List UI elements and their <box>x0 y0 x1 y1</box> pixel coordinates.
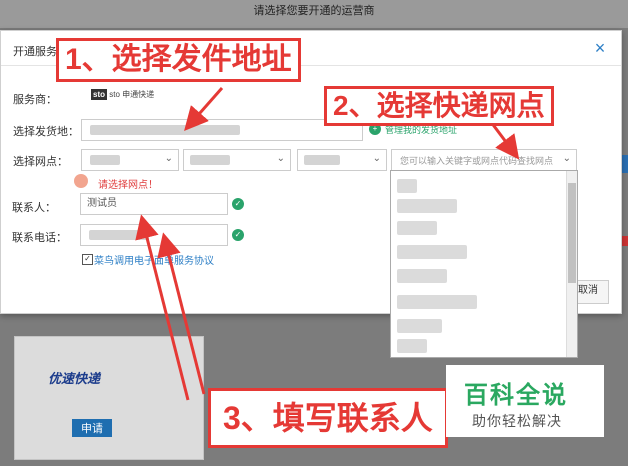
scrollbar[interactable] <box>566 171 577 357</box>
scrollbar-thumb[interactable] <box>568 183 576 283</box>
chevron-down-icon: ⌄ <box>562 153 571 164</box>
list-item[interactable] <box>397 319 442 333</box>
phone-label: 联系电话： <box>12 232 67 244</box>
outlet-dropdown-list[interactable] <box>390 170 578 358</box>
district-select[interactable]: ⌄ <box>297 149 387 171</box>
outlet-warning: 请选择网点！ <box>80 176 158 191</box>
sto-logo-mark: sto <box>91 89 107 100</box>
outlet-search-placeholder: 您可以输入关键字或网点代码查找网点 <box>400 156 554 166</box>
list-item[interactable] <box>397 179 417 193</box>
ship-address-select[interactable] <box>81 119 363 141</box>
phone-input[interactable] <box>80 224 228 246</box>
blurred-text <box>90 155 120 165</box>
ship-address-label: 选择发货地： <box>13 126 79 138</box>
list-item[interactable] <box>397 199 457 213</box>
blurred-text <box>190 155 230 165</box>
chevron-down-icon: ⌄ <box>276 153 285 164</box>
list-item[interactable] <box>397 221 437 235</box>
outlet-warning-text: 请选择网点！ <box>98 180 158 191</box>
outlet-search-select[interactable]: 您可以输入关键字或网点代码查找网点 ⌄ <box>391 149 577 171</box>
check-icon: ✓ <box>232 198 244 210</box>
list-item[interactable] <box>397 295 477 309</box>
uc-express-logo: 优速快递 <box>48 368 100 387</box>
agreement-link[interactable]: 菜鸟调用电子面单服务协议 <box>82 252 214 267</box>
blurred-text <box>304 155 340 165</box>
watermark-title: 百科全说 <box>464 382 568 409</box>
blurred-text <box>90 125 240 135</box>
watermark-logo: 百科全说 助你轻松解决 <box>446 365 604 437</box>
contact-input[interactable]: 测试员 <box>80 193 228 215</box>
annotation-step3: 3、填写联系人 <box>208 388 448 448</box>
list-item[interactable] <box>397 269 447 283</box>
provider-label: 服务商： <box>13 94 57 106</box>
chevron-down-icon: ⌄ <box>164 153 173 164</box>
list-item[interactable] <box>397 339 427 353</box>
page-title: 请选择您要开通的运营商 <box>253 5 375 17</box>
city-select[interactable]: ⌄ <box>183 149 291 171</box>
chevron-down-icon: ⌄ <box>372 153 381 164</box>
annotation-step2: 2、选择快递网点 <box>324 86 554 126</box>
watermark-subtitle: 助你轻松解决 <box>472 413 562 429</box>
list-item[interactable] <box>397 245 467 259</box>
outlet-label: 选择网点： <box>13 156 68 168</box>
sto-logo-text: sto 申通快递 <box>109 90 155 99</box>
agreement-link-text[interactable]: 菜鸟调用电子面单服务协议 <box>94 256 214 267</box>
close-icon[interactable]: × <box>591 39 609 57</box>
sto-logo: sto sto 申通快递 <box>91 89 154 100</box>
uc-logo-text: 优速快递 <box>48 371 101 386</box>
province-select[interactable]: ⌄ <box>81 149 179 171</box>
apply-button[interactable]: 申请 <box>72 419 112 437</box>
annotation-step1: 1、选择发件地址 <box>56 38 301 82</box>
background-button-red[interactable] <box>621 236 628 246</box>
check-icon: ✓ <box>232 229 244 241</box>
carrier-card <box>14 336 204 460</box>
blurred-text <box>89 230 149 240</box>
contact-label: 联系人： <box>12 202 56 214</box>
